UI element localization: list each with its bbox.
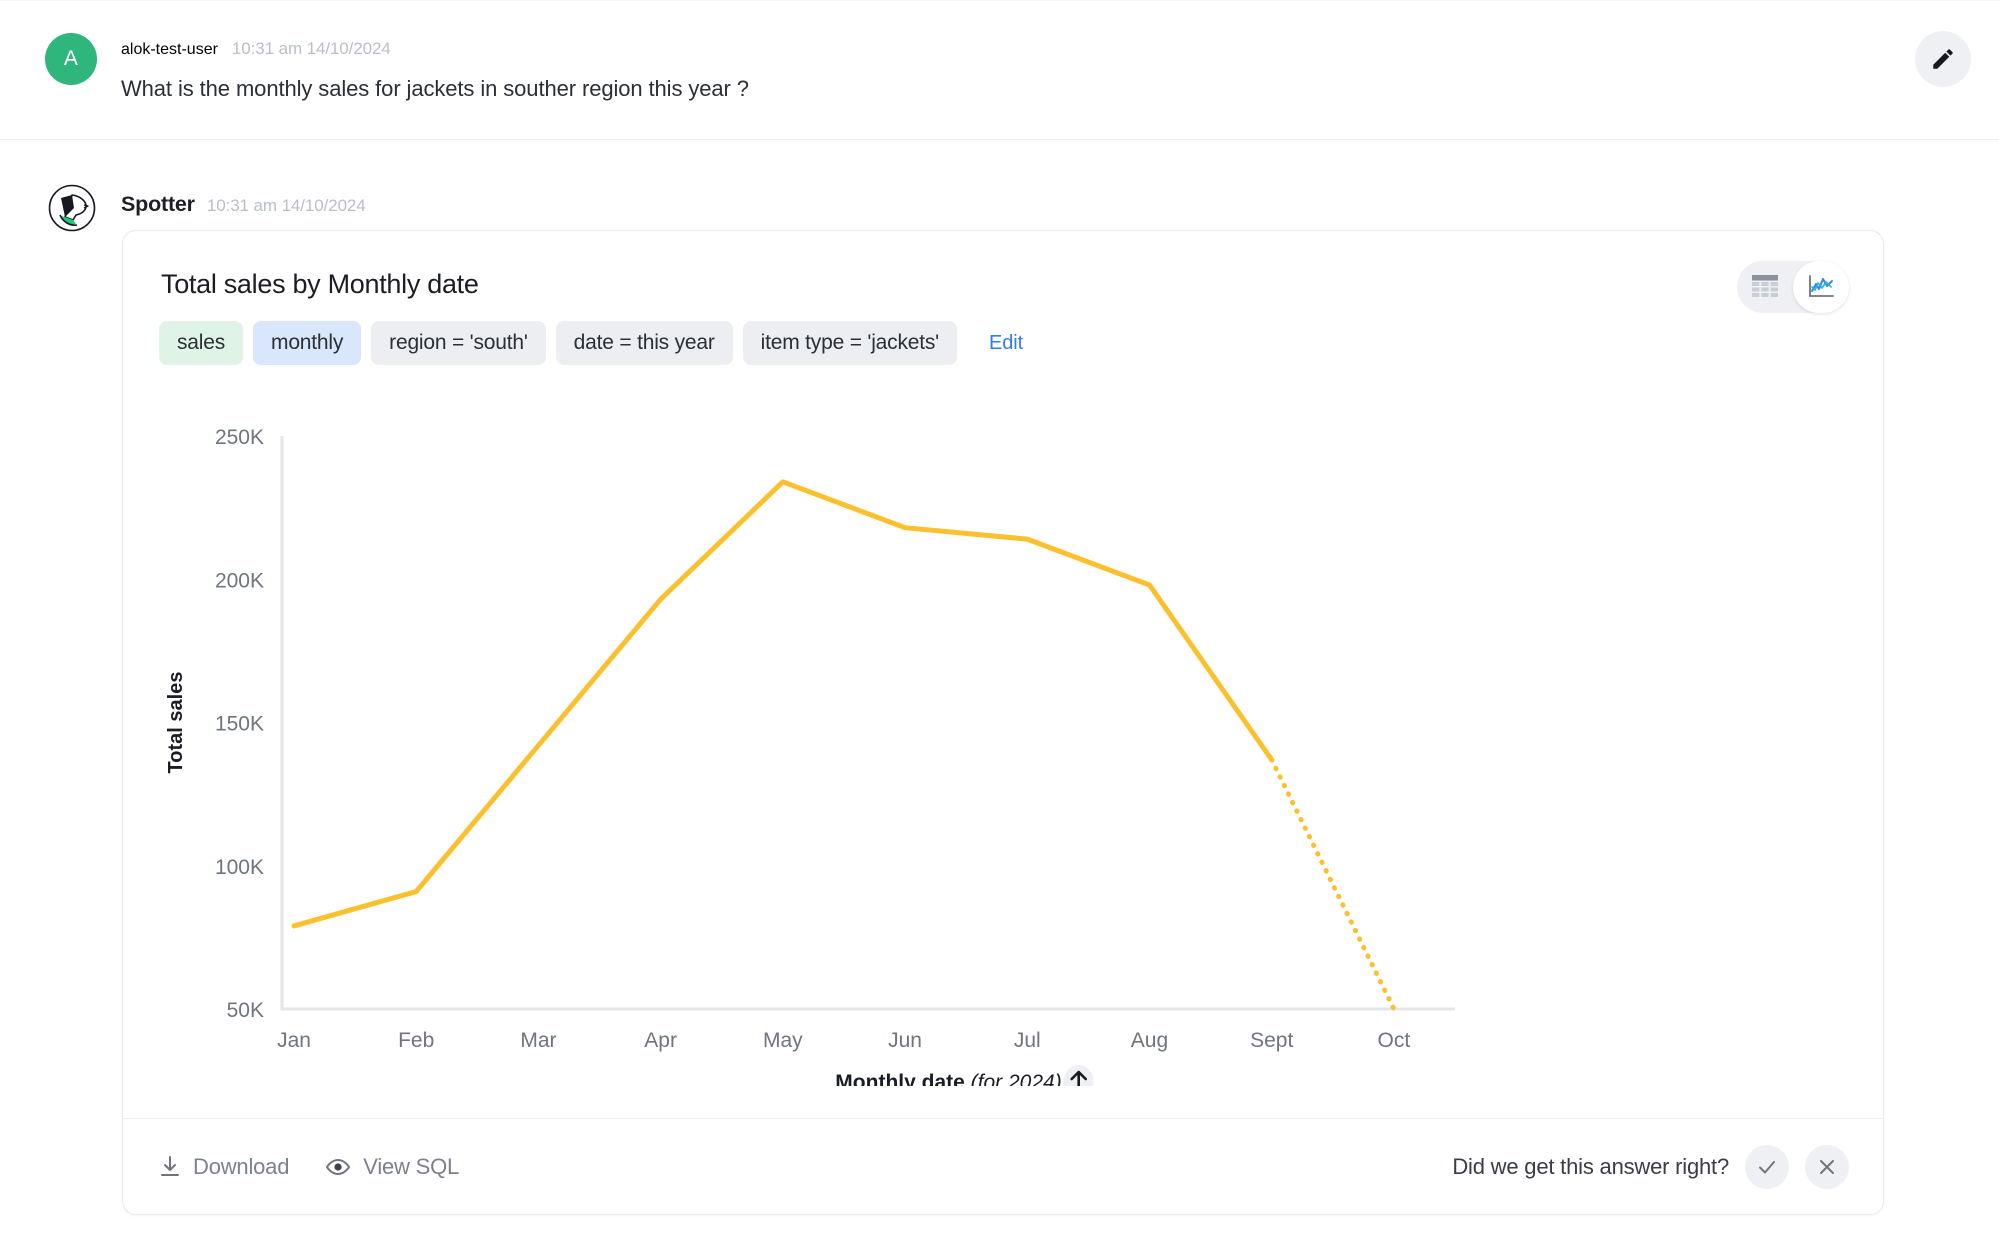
edit-question-button[interactable]: [1915, 31, 1971, 87]
chip-item-type-filter[interactable]: item type = 'jackets': [743, 321, 957, 365]
x-axis-tick: Mar: [520, 1029, 556, 1052]
download-icon: [159, 1155, 181, 1179]
feedback-question: Did we get this answer right?: [1452, 1154, 1729, 1180]
y-axis-tick: 200K: [215, 569, 264, 592]
footer-actions: Download View SQL: [159, 1154, 459, 1180]
feedback-negative-button[interactable]: [1805, 1145, 1849, 1189]
bot-name: Spotter: [121, 192, 195, 217]
x-axis-tick: Oct: [1378, 1029, 1411, 1052]
user-message-block: A alok-test-user 10:31 am 14/10/2024 Wha…: [0, 0, 1999, 140]
chip-region-filter[interactable]: region = 'south': [371, 321, 546, 365]
line-chart[interactable]: 50K 100K 150K 200K 250K Total sales Jan Feb Mar A…: [123, 386, 1884, 1086]
x-axis-tick: Jan: [277, 1029, 311, 1052]
user-question-text: What is the monthly sales for jackets in…: [121, 76, 749, 102]
chart-area: 50K 100K 150K 200K 250K Total sales Jan Feb Mar A…: [123, 386, 1884, 1086]
view-sql-label: View SQL: [363, 1154, 459, 1180]
chip-sales[interactable]: sales: [159, 321, 243, 365]
eye-icon: [325, 1155, 351, 1179]
view-toggle-group: [1737, 261, 1849, 313]
avatar: A: [45, 33, 97, 85]
bot-message-block: Spotter 10:31 am 14/10/2024: [0, 140, 1999, 164]
x-axis-tick: Aug: [1131, 1029, 1168, 1052]
y-axis-label: Total sales: [165, 672, 187, 774]
x-axis-tick: Feb: [398, 1029, 434, 1052]
pencil-icon: [1930, 46, 1956, 72]
spotter-conversation-page: A alok-test-user 10:31 am 14/10/2024 Wha…: [0, 0, 1999, 1241]
series-line-dotted-tail[interactable]: [1272, 760, 1394, 1009]
close-icon: [1816, 1156, 1838, 1178]
table-icon: [1751, 274, 1779, 300]
y-axis-tick: 100K: [215, 856, 264, 879]
y-axis-tick: 50K: [227, 999, 264, 1022]
bot-message-header: Spotter 10:31 am 14/10/2024: [121, 192, 366, 217]
download-button[interactable]: Download: [159, 1154, 289, 1180]
feedback-group: Did we get this answer right?: [1452, 1145, 1849, 1189]
y-axis-tick: 150K: [215, 713, 264, 736]
chart-view-button[interactable]: [1793, 261, 1849, 313]
user-name: alok-test-user: [121, 41, 218, 59]
spotter-dog-logo-icon: [48, 184, 96, 232]
chart-title: Total sales by Monthly date: [161, 269, 479, 300]
check-icon: [1756, 1156, 1778, 1178]
feedback-positive-button[interactable]: [1745, 1145, 1789, 1189]
x-axis-tick: Sept: [1250, 1029, 1293, 1052]
x-axis-label: Monthly date (for 2024): [835, 1071, 1061, 1086]
x-axis-tick: Jun: [888, 1029, 922, 1052]
bot-timestamp: 10:31 am 14/10/2024: [207, 196, 366, 216]
edit-query-link[interactable]: Edit: [989, 332, 1023, 355]
chip-monthly[interactable]: monthly: [253, 321, 361, 365]
user-message-header: alok-test-user 10:31 am 14/10/2024: [121, 39, 391, 59]
answer-card: Total sales by Monthly date: [122, 230, 1884, 1215]
download-label: Download: [193, 1154, 289, 1180]
line-chart-icon: [1807, 274, 1835, 300]
chip-date-filter[interactable]: date = this year: [556, 321, 733, 365]
table-view-button[interactable]: [1737, 261, 1793, 313]
card-footer: Download View SQL Did we get this answer…: [123, 1118, 1883, 1214]
x-axis-tick: Jul: [1014, 1029, 1041, 1052]
query-chips: sales monthly region = 'south' date = th…: [159, 321, 1023, 365]
x-axis-tick: Apr: [644, 1029, 677, 1052]
view-sql-button[interactable]: View SQL: [325, 1154, 459, 1180]
y-axis-tick: 250K: [215, 426, 264, 449]
x-axis-tick: May: [763, 1029, 803, 1052]
user-timestamp: 10:31 am 14/10/2024: [232, 39, 391, 59]
series-line-total-sales[interactable]: [294, 482, 1272, 926]
